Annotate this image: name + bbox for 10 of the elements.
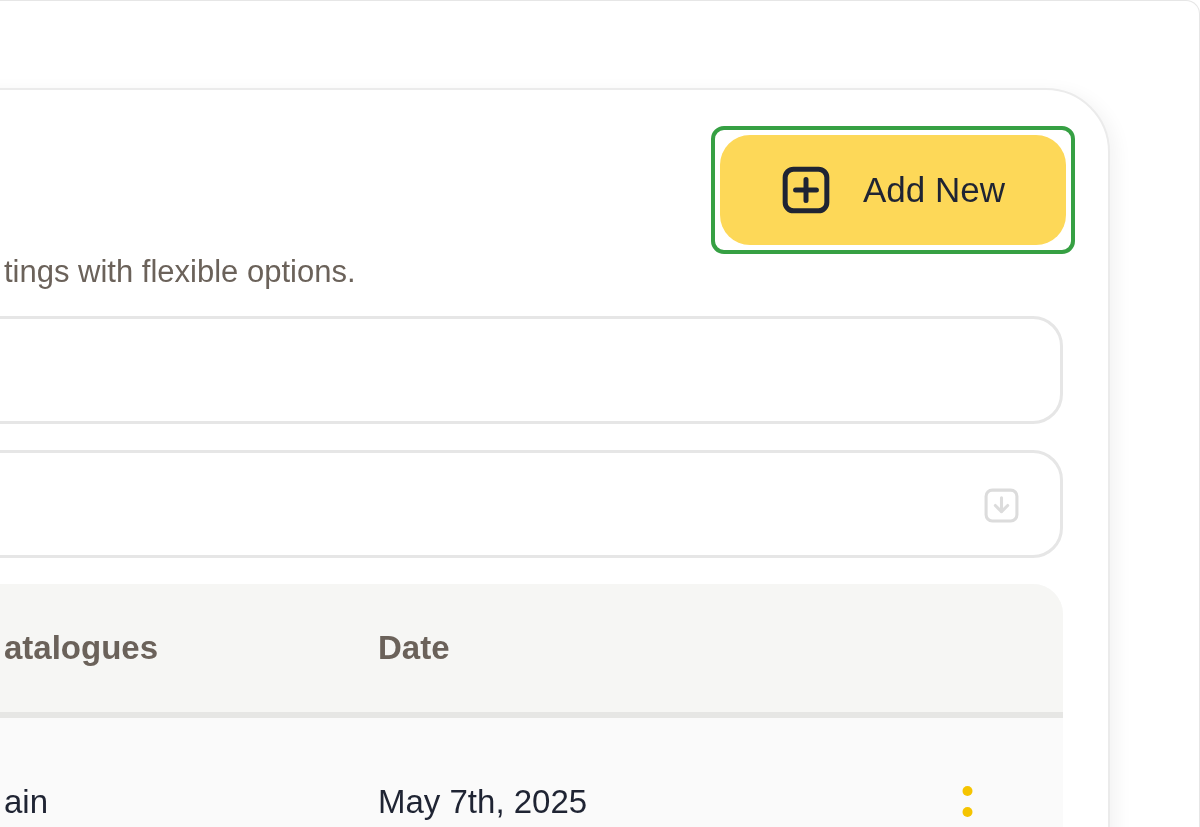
add-new-button[interactable]: Add New — [720, 135, 1066, 245]
download-icon — [983, 487, 1020, 524]
column-header: Date — [378, 629, 450, 667]
column-header: atalogues — [4, 629, 160, 667]
table-cell: May 7th, 2025 — [378, 783, 588, 821]
input-field[interactable] — [0, 450, 1063, 558]
subtitle-text: tings with flexible options. — [4, 254, 357, 290]
table-cell-text: ain — [4, 783, 50, 821]
plus-square-icon — [781, 165, 831, 215]
input-field[interactable] — [0, 316, 1063, 424]
